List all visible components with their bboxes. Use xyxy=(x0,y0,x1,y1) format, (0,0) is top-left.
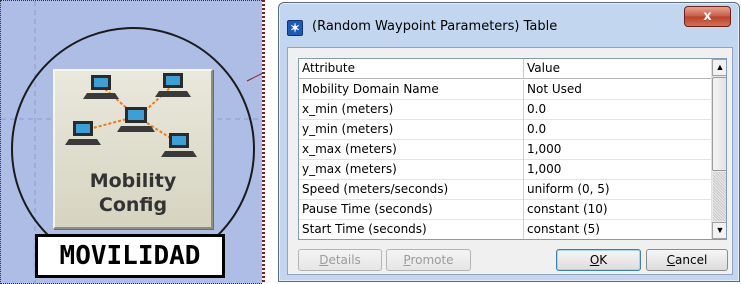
mobility-config-node[interactable]: Mobility Config xyxy=(53,69,213,229)
table-row[interactable]: y_min (meters) 0.0 xyxy=(299,120,711,140)
table-row[interactable]: Speed (meters/seconds) uniform (0, 5) xyxy=(299,180,711,200)
scroll-track[interactable] xyxy=(713,172,726,221)
details-button[interactable]: Details xyxy=(298,249,382,271)
scroll-up-icon[interactable]: ▲ xyxy=(712,59,726,76)
ok-mnemonic: O xyxy=(589,253,600,267)
cancel-label-rest: ancel xyxy=(675,253,708,267)
table-row[interactable]: Mobility Domain Name Not Used xyxy=(299,80,711,100)
value-cell[interactable]: uniform (0, 5) xyxy=(524,180,711,200)
attribute-cell: Start Time (seconds) xyxy=(299,220,524,239)
cancel-button[interactable]: Cancel xyxy=(646,249,728,271)
window-title: (Random Waypoint Parameters) Table xyxy=(312,19,558,34)
attribute-cell: Mobility Domain Name xyxy=(299,80,524,100)
node-label-line1: Mobility xyxy=(89,170,177,192)
column-header-attribute[interactable]: Attribute xyxy=(299,59,524,79)
attribute-cell: Pause Time (seconds) xyxy=(299,200,524,220)
promote-label-rest: romote xyxy=(410,253,454,267)
attribute-cell: x_min (meters) xyxy=(299,100,524,120)
value-cell[interactable]: 1,000 xyxy=(524,160,711,180)
table-row[interactable]: x_min (meters) 0.0 xyxy=(299,100,711,120)
node-name-label[interactable]: MOVILIDAD xyxy=(35,234,225,278)
value-cell[interactable]: constant (10) xyxy=(524,200,711,220)
parameters-dialog: ✶ (Random Waypoint Parameters) Table x A… xyxy=(278,2,740,282)
promote-button[interactable]: Promote xyxy=(386,249,471,271)
table-row[interactable]: y_max (meters) 1,000 xyxy=(299,160,711,180)
scroll-down-icon[interactable]: ▼ xyxy=(712,222,726,239)
table-row[interactable]: Pause Time (seconds) constant (10) xyxy=(299,200,711,220)
close-button[interactable]: x xyxy=(684,6,731,27)
node-label-line2: Config xyxy=(98,194,168,216)
details-label-rest: etails xyxy=(328,253,361,267)
ok-button[interactable]: OK xyxy=(556,249,641,271)
workspace-canvas[interactable]: Mobility Config MOVILIDAD xyxy=(0,0,263,284)
value-cell[interactable]: 0.0 xyxy=(524,100,711,120)
value-cell[interactable]: Not Used xyxy=(524,80,711,100)
cancel-mnemonic: C xyxy=(666,253,676,267)
attribute-cell: y_min (meters) xyxy=(299,120,524,140)
column-header-value[interactable]: Value xyxy=(524,59,711,79)
vertical-scrollbar[interactable]: ▲ ▼ xyxy=(711,59,726,239)
app-star-icon: ✶ xyxy=(287,20,303,36)
value-cell[interactable]: constant (5) xyxy=(524,220,711,239)
ok-label-rest: K xyxy=(599,253,608,267)
title-bar[interactable]: ✶ (Random Waypoint Parameters) Table x xyxy=(279,3,739,41)
attribute-cell: Speed (meters/seconds) xyxy=(299,180,524,200)
value-cell[interactable]: 0.0 xyxy=(524,120,711,140)
attribute-cell: x_max (meters) xyxy=(299,140,524,160)
attribute-cell: y_max (meters) xyxy=(299,160,524,180)
table-row[interactable]: Start Time (seconds) constant (5) xyxy=(299,220,711,239)
table-row[interactable]: x_max (meters) 1,000 xyxy=(299,140,711,160)
table-body: Mobility Domain Name Not Used x_min (met… xyxy=(299,80,711,239)
value-cell[interactable]: 1,000 xyxy=(524,140,711,160)
attribute-table: Attribute Value Mobility Domain Name Not… xyxy=(298,58,727,240)
separator-line xyxy=(262,0,265,284)
dialog-body: Attribute Value Mobility Domain Name Not… xyxy=(287,47,733,275)
scroll-thumb[interactable] xyxy=(712,77,726,171)
table-header: Attribute Value xyxy=(299,59,711,79)
